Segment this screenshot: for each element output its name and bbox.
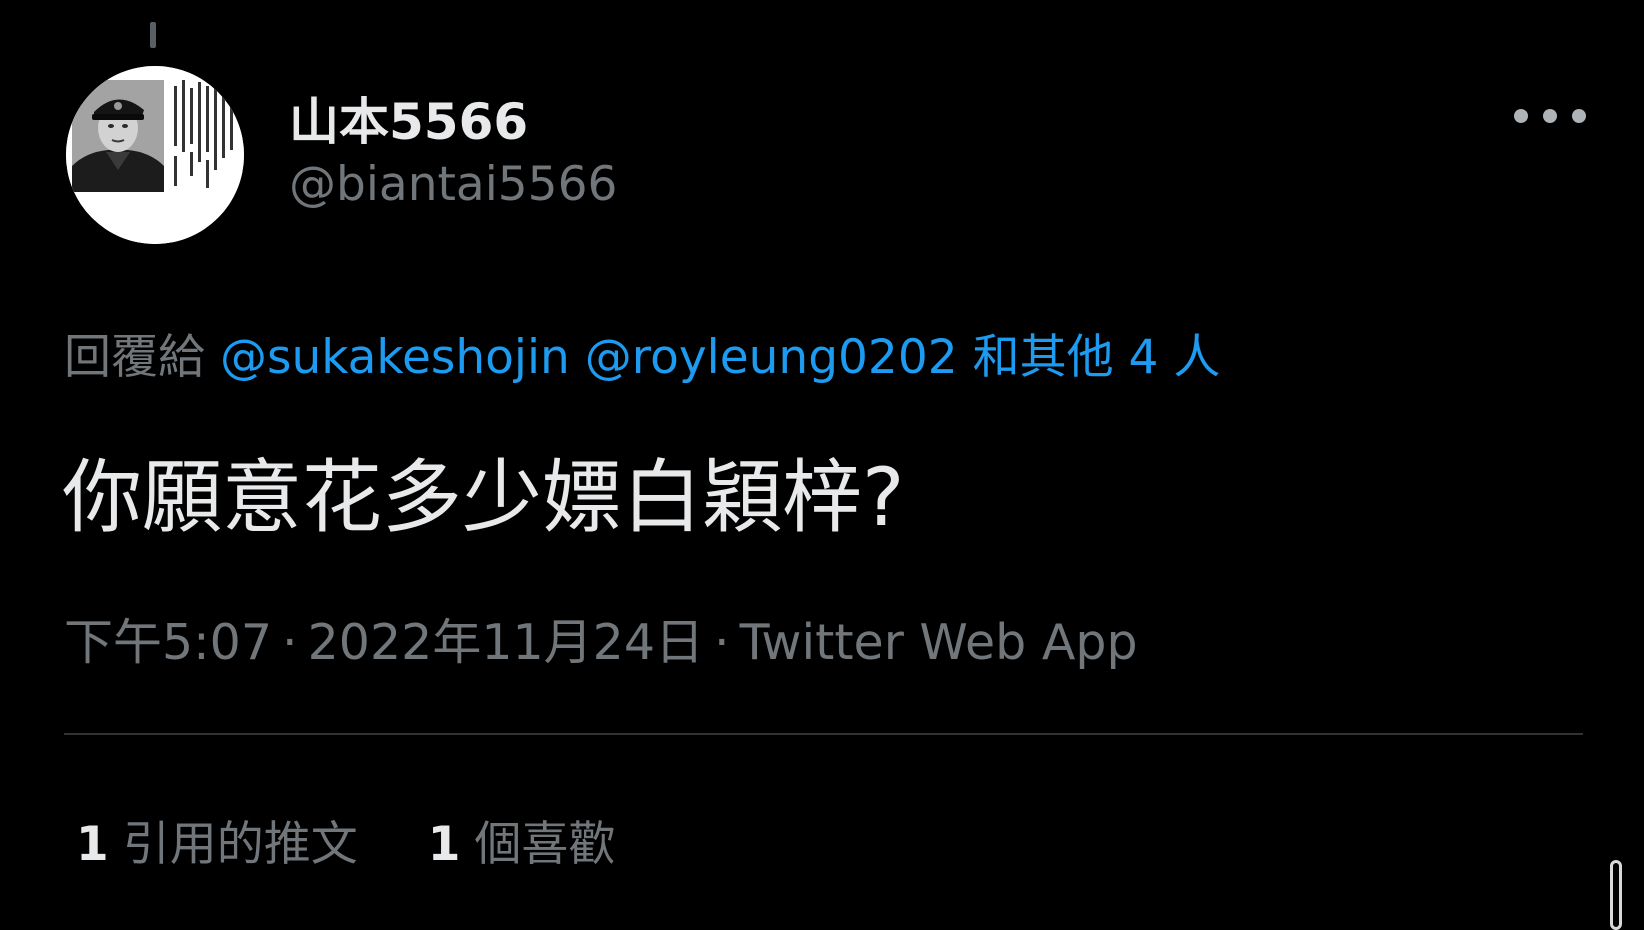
avatar[interactable] bbox=[66, 66, 244, 244]
tweet-time[interactable]: 下午5:07 bbox=[64, 614, 272, 671]
likes-label: 個喜歡 bbox=[474, 817, 616, 872]
thread-connector-line bbox=[150, 22, 156, 48]
meta-separator: · bbox=[714, 614, 730, 671]
quote-tweets-label: 引用的推文 bbox=[122, 817, 358, 872]
scrollbar[interactable] bbox=[1610, 860, 1622, 930]
likes-stat[interactable]: 1 個喜歡 bbox=[428, 805, 616, 874]
tweet-date[interactable]: 2022年11月24日 bbox=[308, 614, 704, 671]
reply-mention-link[interactable]: @sukakeshojin bbox=[220, 330, 570, 385]
quote-tweets-stat[interactable]: 1 引用的推文 bbox=[76, 805, 358, 874]
more-options-button[interactable] bbox=[1514, 96, 1586, 136]
quote-tweets-count: 1 bbox=[76, 817, 109, 872]
reply-prefix-label: 回覆給 bbox=[64, 330, 205, 385]
tweet-meta: 下午5:07 · 2022年11月24日 · Twitter Web App bbox=[64, 603, 1138, 674]
tweet-text: 你願意花多少嫖白穎梓? bbox=[62, 451, 905, 544]
reply-others-link[interactable]: 和其他 4 人 bbox=[973, 330, 1221, 385]
avatar-photo-icon bbox=[66, 66, 244, 244]
tweet-source[interactable]: Twitter Web App bbox=[740, 614, 1138, 671]
divider bbox=[64, 733, 1583, 735]
meta-separator: · bbox=[282, 614, 298, 671]
author-handle[interactable]: @biantai5566 bbox=[289, 157, 617, 212]
likes-count: 1 bbox=[427, 817, 461, 872]
tweet-stats: 1 引用的推文 1 個喜歡 bbox=[76, 805, 615, 874]
reply-mention-link[interactable]: @royleung0202 bbox=[585, 330, 958, 385]
more-horizontal-icon-dot bbox=[1543, 109, 1557, 123]
more-horizontal-icon-dot bbox=[1572, 109, 1586, 123]
author-display-name[interactable]: 山本5566 bbox=[289, 82, 528, 154]
reply-context: 回覆給 @sukakeshojin @royleung0202 和其他 4 人 bbox=[64, 318, 1220, 387]
more-horizontal-icon bbox=[1514, 109, 1528, 123]
